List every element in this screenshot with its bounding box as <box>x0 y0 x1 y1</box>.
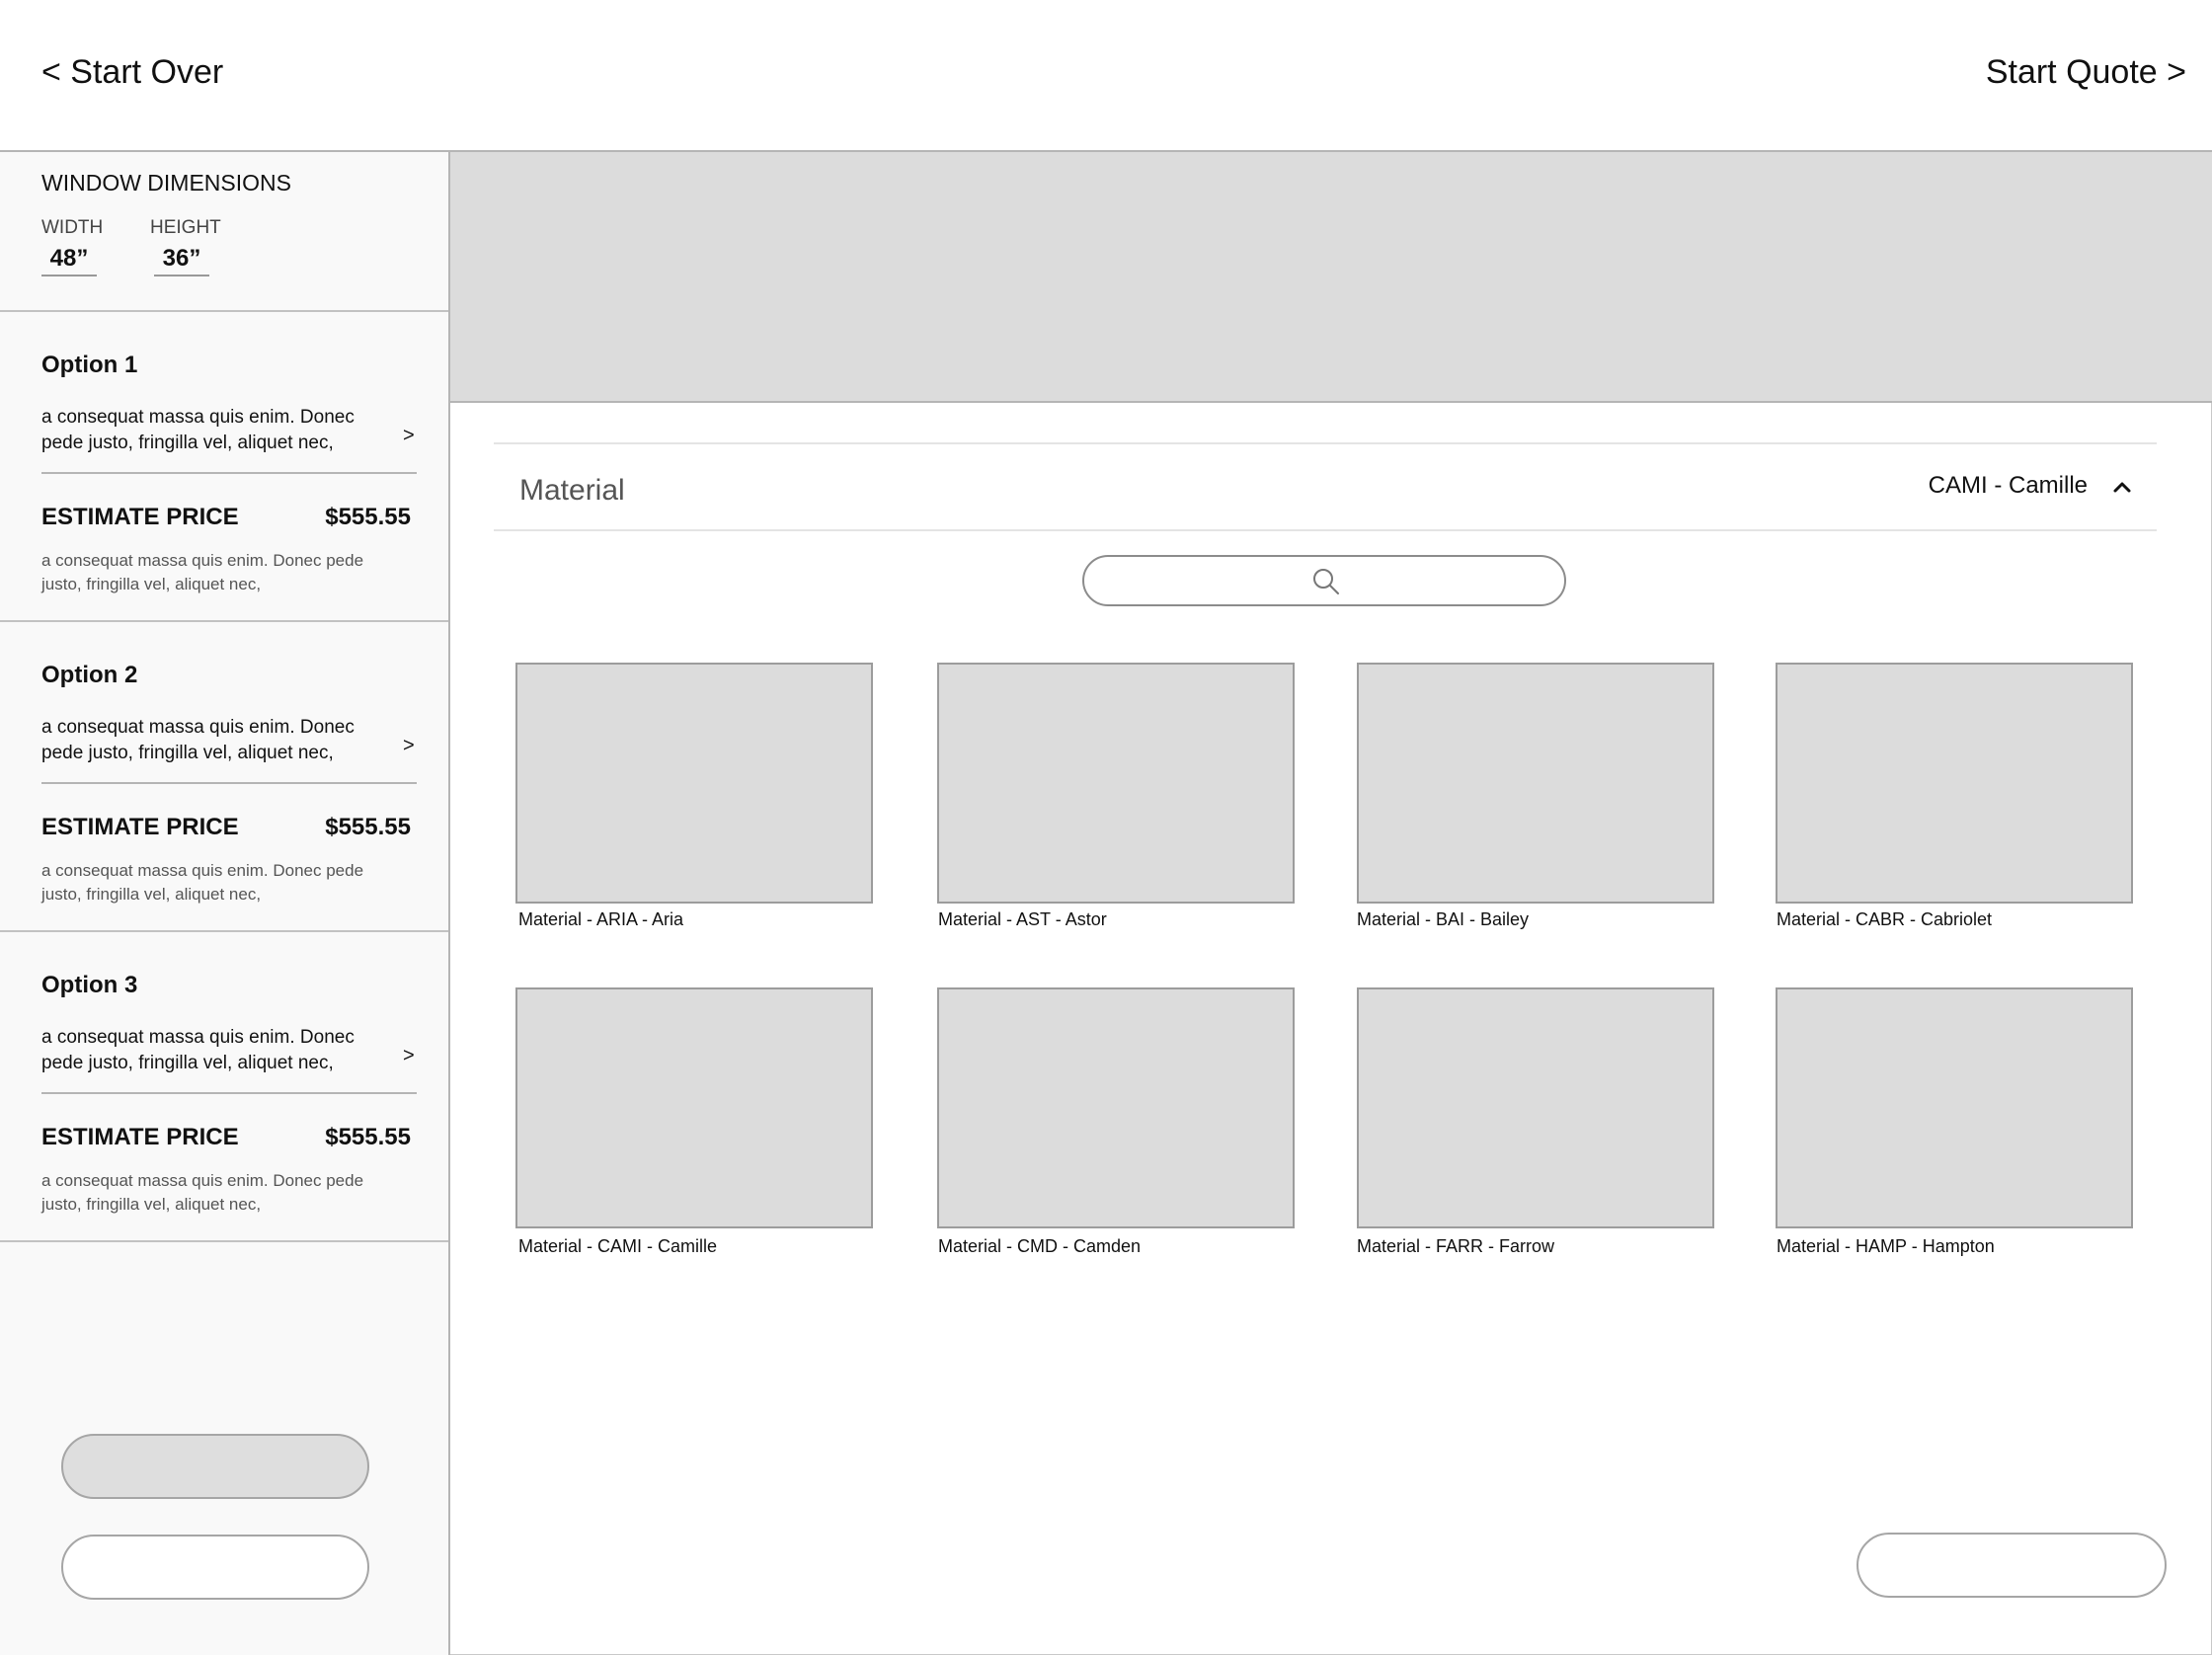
option-card-3[interactable]: Option 3 a consequat massa quis enim. Do… <box>0 932 448 1242</box>
estimate-price-label: ESTIMATE PRICE <box>41 1124 239 1150</box>
material-search-input[interactable] <box>1082 555 1566 606</box>
option-note: a consequat massa quis enim. Donec pede … <box>41 861 364 904</box>
option-note: a consequat massa quis enim. Donec pede … <box>41 551 364 593</box>
material-swatch-label: Material - HAMP - Hampton <box>1777 1236 1995 1256</box>
height-label: HEIGHT <box>150 217 221 238</box>
material-accordion-header[interactable]: Material CAMI - Camille <box>494 442 2157 531</box>
material-swatch-label: Material - FARR - Farrow <box>1357 1236 1555 1256</box>
material-swatch-cami[interactable] <box>515 987 873 1228</box>
option-description: a consequat massa quis enim. Donec pede … <box>41 1027 355 1073</box>
material-swatch-farr[interactable] <box>1357 987 1714 1228</box>
option-divider <box>41 1092 417 1094</box>
window-dimensions-panel: WINDOW DIMENSIONS WIDTH 48” HEIGHT 36” <box>0 152 448 312</box>
option-description: a consequat massa quis enim. Donec pede … <box>41 407 355 453</box>
window-preview-image <box>450 152 2212 403</box>
option-title: Option 2 <box>41 662 138 688</box>
option-note: a consequat massa quis enim. Donec pede … <box>41 1171 364 1214</box>
chevron-up-icon[interactable] <box>2109 474 2135 500</box>
material-swatch-cmd[interactable] <box>937 987 1295 1228</box>
material-swatch-label: Material - ARIA - Aria <box>518 909 684 929</box>
width-value[interactable]: 48” <box>41 245 97 276</box>
estimate-price-value: $555.55 <box>325 504 411 530</box>
next-button[interactable] <box>1856 1533 2167 1598</box>
chevron-right-icon[interactable]: > <box>403 735 415 757</box>
estimate-price-label: ESTIMATE PRICE <box>41 814 239 840</box>
chevron-right-icon[interactable]: > <box>403 425 415 447</box>
sidebar: WINDOW DIMENSIONS WIDTH 48” HEIGHT 36” O… <box>0 152 450 1655</box>
material-swatch-label: Material - BAI - Bailey <box>1357 909 1530 929</box>
option-divider <box>41 472 417 474</box>
secondary-action-button[interactable] <box>61 1535 369 1600</box>
material-swatch-label: Material - CMD - Camden <box>938 1236 1142 1256</box>
search-icon <box>1313 569 1339 594</box>
option-card-1[interactable]: Option 1 a consequat massa quis enim. Do… <box>0 312 448 622</box>
estimate-price-label: ESTIMATE PRICE <box>41 504 239 530</box>
option-description: a consequat massa quis enim. Donec pede … <box>41 717 355 763</box>
height-value[interactable]: 36” <box>154 245 209 276</box>
option-title: Option 1 <box>41 352 138 378</box>
material-swatch-hamp[interactable] <box>1776 987 2133 1228</box>
material-swatch-label: Material - CAMI - Camille <box>518 1236 718 1256</box>
start-quote-link[interactable]: Start Quote > <box>1986 53 2186 92</box>
material-swatch-label: Material - CABR - Cabriolet <box>1777 909 1993 929</box>
option-card-2[interactable]: Option 2 a consequat massa quis enim. Do… <box>0 622 448 932</box>
window-dimensions-title: WINDOW DIMENSIONS <box>41 170 291 196</box>
material-swatch-ast[interactable] <box>937 663 1295 904</box>
chevron-right-icon[interactable]: > <box>403 1045 415 1067</box>
start-over-link[interactable]: < Start Over <box>41 53 223 92</box>
estimate-price-value: $555.55 <box>325 1124 411 1150</box>
primary-action-button[interactable] <box>61 1434 369 1499</box>
material-swatch-bai[interactable] <box>1357 663 1714 904</box>
option-title: Option 3 <box>41 972 138 998</box>
material-swatch-cabr[interactable] <box>1776 663 2133 904</box>
material-swatch-aria[interactable] <box>515 663 873 904</box>
top-bar: < Start Over Start Quote > <box>0 0 2212 152</box>
width-label: WIDTH <box>41 217 104 238</box>
material-selected-value: CAMI - Camille <box>1928 472 2088 499</box>
estimate-price-value: $555.55 <box>325 814 411 840</box>
material-label: Material <box>519 474 625 507</box>
option-divider <box>41 782 417 784</box>
material-swatch-label: Material - AST - Astor <box>938 909 1107 929</box>
